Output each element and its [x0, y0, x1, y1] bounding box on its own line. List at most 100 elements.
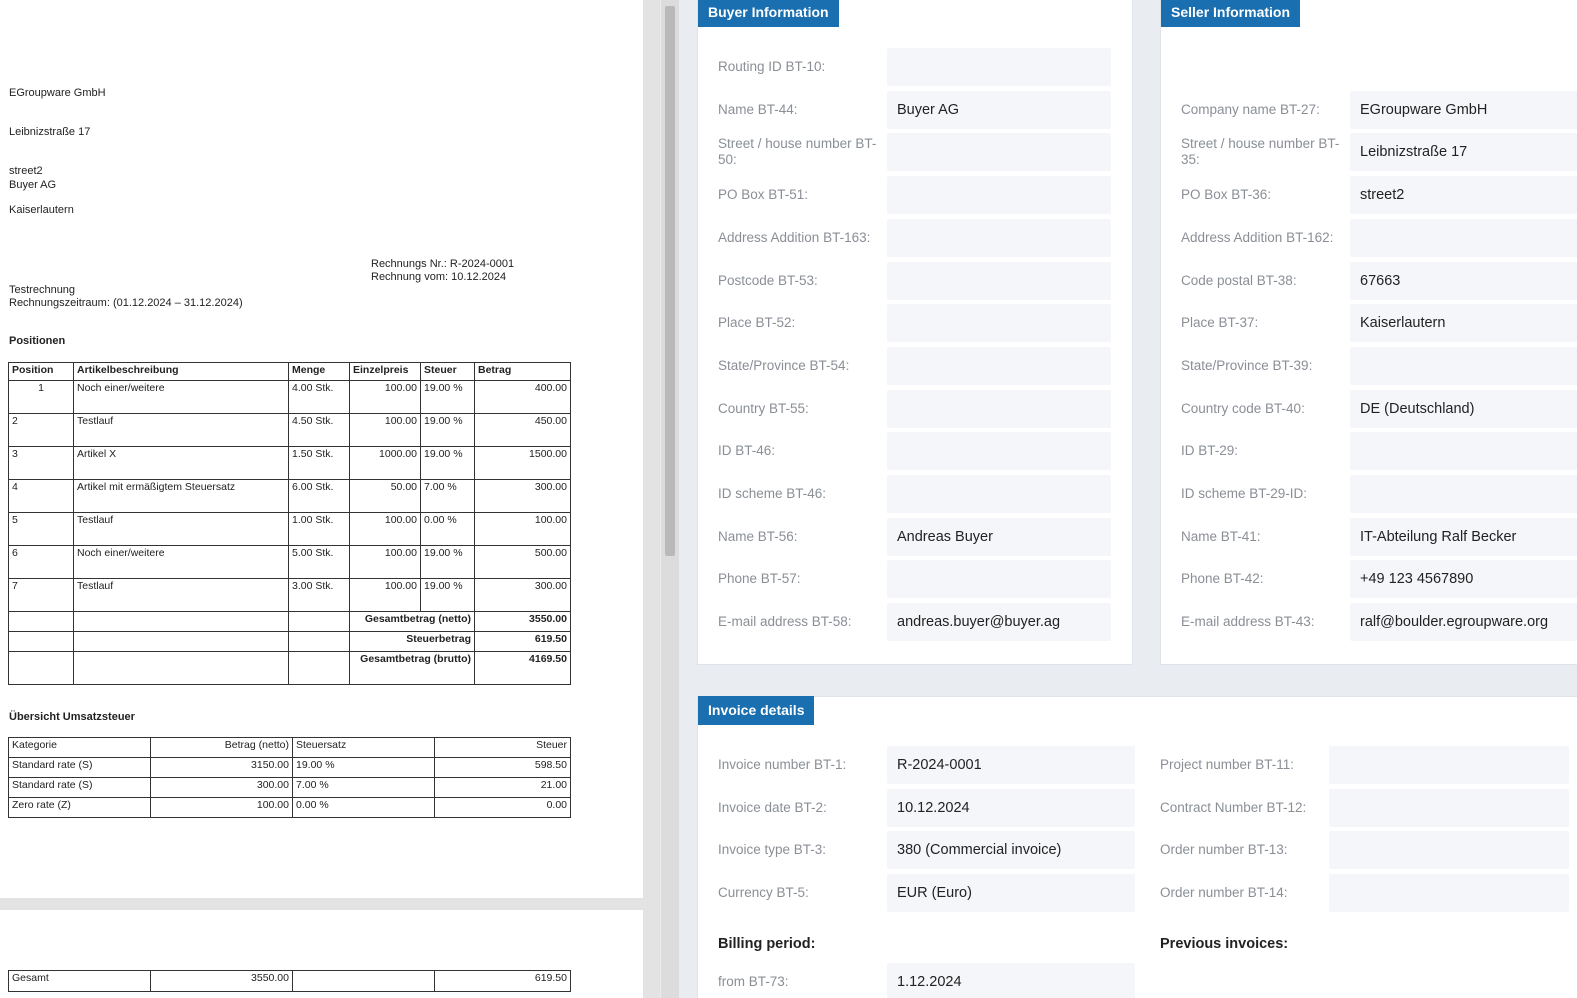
form-row: Currency BT-5: EUR (Euro)	[698, 874, 1138, 913]
positions-heading: Positionen	[9, 335, 66, 347]
form-row: State/Province BT-54:	[698, 346, 1134, 385]
form-row: Contract Number BT-12:	[1140, 788, 1577, 827]
field-input[interactable]	[887, 261, 1111, 300]
totals-value: 4169.50	[474, 651, 571, 685]
field-input[interactable]: ralf@boulder.egroupware.org	[1350, 603, 1577, 642]
seller-address-line: street2	[9, 165, 43, 177]
table-cell: 19.00 %	[420, 578, 475, 612]
field-label: Project number BT-11:	[1160, 757, 1295, 772]
table-cell: 5.00 Stk.	[288, 545, 350, 579]
table-cell: 100.00	[349, 545, 421, 579]
field-input[interactable]: Kaiserlautern	[1350, 304, 1577, 343]
table-cell: Testlauf	[73, 512, 289, 546]
empty-cell	[288, 651, 350, 685]
empty-cell	[73, 631, 289, 652]
table-row: 4 Artikel mit ermäßigtem Steuersatz 6.00 S…	[8, 479, 571, 513]
table-cell: 21.00	[434, 777, 571, 798]
field-input[interactable]	[887, 346, 1111, 385]
table-cell: 19.00 %	[292, 757, 435, 778]
field-label: ID BT-29:	[1181, 443, 1239, 459]
field-label: State/Province BT-54:	[718, 357, 850, 373]
field-input[interactable]	[1329, 831, 1569, 870]
field-input[interactable]	[887, 432, 1111, 471]
table-cell: 100.00	[474, 512, 571, 546]
page2-total-row: Gesamt 3550.00 619.50	[8, 970, 571, 992]
field-label: Currency BT-5:	[718, 885, 809, 901]
field-input[interactable]	[887, 218, 1111, 257]
table-cell: 4.00 Stk.	[288, 380, 350, 414]
table-cell: 3	[8, 446, 74, 480]
field-input[interactable]	[1329, 788, 1569, 827]
field-input[interactable]	[1329, 746, 1569, 784]
field-input[interactable]: 10.12.2024	[887, 788, 1135, 827]
page2-total-table: Gesamt 3550.00 619.50	[8, 970, 571, 992]
from-date-input[interactable]: 1.12.2024	[887, 963, 1135, 998]
positions-header-row: Position Artikelbeschreibung Menge Einze…	[8, 362, 571, 381]
pdf-preview-pane[interactable]: EGroupware GmbH Leibnizstraße 17 street2…	[0, 0, 660, 998]
field-input[interactable]: EUR (Euro)	[887, 874, 1135, 913]
field-input[interactable]: andreas.buyer@buyer.ag	[887, 603, 1111, 642]
field-label: E-mail address BT-43:	[1181, 614, 1315, 630]
field-label: PO Box BT-36:	[1181, 187, 1272, 203]
field-input[interactable]	[887, 475, 1111, 513]
field-input[interactable]	[1350, 475, 1577, 513]
field-input[interactable]: 67663	[1350, 261, 1577, 300]
field-input[interactable]	[887, 389, 1111, 428]
field-input[interactable]	[887, 304, 1111, 343]
field-input[interactable]: street2	[1350, 176, 1577, 215]
field-input[interactable]: Leibnizstraße 17	[1350, 133, 1577, 172]
field-input[interactable]	[887, 48, 1111, 86]
col-header: Betrag	[474, 362, 571, 381]
field-input[interactable]: DE (Deutschland)	[1350, 389, 1577, 428]
totals-label: Steuerbetrag	[349, 631, 475, 652]
form-row: Address Addition BT-163:	[698, 218, 1134, 257]
form-row: Address Addition BT-162:	[1161, 218, 1577, 257]
field-label: Street / house number BT-50:	[718, 136, 877, 168]
totals-label: Gesamtbetrag (netto)	[349, 611, 475, 632]
empty-cell	[8, 651, 74, 685]
scroll-thumb[interactable]	[665, 6, 675, 556]
field-input[interactable]	[887, 176, 1111, 215]
field-label: ID scheme BT-29-ID:	[1181, 486, 1308, 501]
field-input[interactable]	[1350, 432, 1577, 471]
field-input[interactable]: Andreas Buyer	[887, 517, 1111, 556]
form-row: Routing ID BT-10:	[698, 48, 1134, 86]
field-label: ID BT-46:	[718, 443, 776, 459]
invoice-title: Testrechnung	[9, 284, 76, 296]
pdf-scrollbar[interactable]	[661, 0, 679, 998]
field-label: Country BT-55:	[718, 400, 809, 416]
field-input[interactable]	[887, 560, 1111, 599]
invoice-period: Rechnungszeitraum: (01.12.2024 – 31.12.2…	[9, 297, 243, 309]
field-input[interactable]	[1329, 874, 1569, 913]
field-label: Name BT-56:	[718, 528, 798, 544]
form-row: Country code BT-40: DE (Deutschland)	[1161, 389, 1577, 428]
table-cell: 1000.00	[349, 446, 421, 480]
table-cell: Gesamt	[8, 970, 151, 992]
field-input[interactable]	[1350, 346, 1577, 385]
field-label: State/Province BT-39:	[1181, 357, 1313, 373]
field-input[interactable]: +49 123 4567890	[1350, 560, 1577, 599]
field-input[interactable]: Buyer AG	[887, 90, 1111, 129]
field-input[interactable]	[887, 133, 1111, 172]
table-cell: 500.00	[474, 545, 571, 579]
field-label: from BT-73:	[718, 974, 789, 989]
empty-cell	[8, 611, 74, 632]
buyer-card: Buyer Information Routing ID BT-10: Name …	[697, 0, 1133, 665]
field-input[interactable]: EGroupware GmbH	[1350, 90, 1577, 129]
previous-invoices-label: Previous invoices:	[1160, 936, 1289, 952]
table-cell: 3150.00	[150, 757, 293, 778]
form-row: Place BT-52:	[698, 304, 1134, 343]
field-input[interactable]	[1350, 218, 1577, 257]
form-row: E-mail address BT-43: ralf@boulder.egroup…	[1161, 603, 1577, 642]
col-header: Menge	[288, 362, 350, 381]
field-label: E-mail address BT-58:	[718, 614, 852, 630]
table-row: 1 Noch einer/weitere 4.00 Stk. 100.00 19.00 …	[8, 380, 571, 414]
seller-address-block: EGroupware GmbH Leibnizstraße 17 street2…	[9, 61, 106, 243]
field-input[interactable]: 380 (Commercial invoice)	[887, 831, 1135, 870]
field-input[interactable]: R-2024-0001	[887, 746, 1135, 784]
field-label: ID scheme BT-46:	[718, 486, 827, 501]
form-row: Invoice date BT-2: 10.12.2024	[698, 788, 1138, 827]
table-cell: Artikel mit ermäßigtem Steuersatz	[73, 479, 289, 513]
field-input[interactable]: IT-Abteilung Ralf Becker	[1350, 517, 1577, 556]
field-label: Postcode BT-53:	[718, 272, 818, 288]
